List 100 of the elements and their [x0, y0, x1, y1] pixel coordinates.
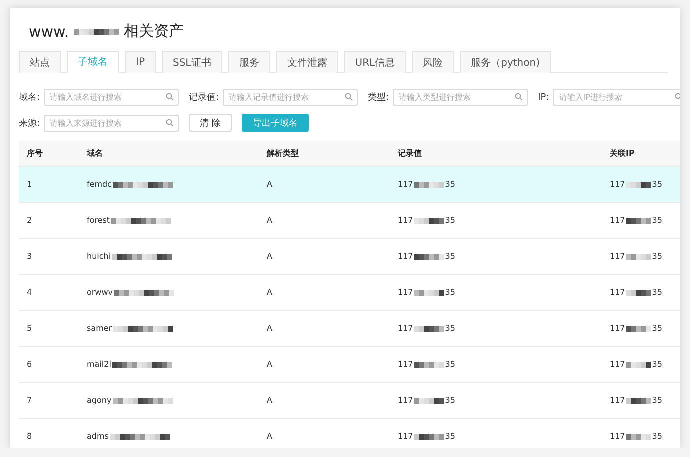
search-field[interactable]: 请输入域名进行搜索 — [44, 89, 180, 106]
table-cell: 35 — [445, 432, 456, 441]
table-cell: 35 — [652, 396, 662, 405]
column-header: 域名 — [87, 148, 104, 159]
table-cell: 117 — [398, 252, 414, 261]
table-cell: 35 — [652, 360, 662, 369]
table-cell: orwwv — [87, 288, 114, 297]
table-cell: 117 — [398, 432, 414, 441]
filter-label: 类型: — [368, 92, 390, 104]
tab[interactable]: SSL证书 — [162, 51, 222, 73]
pixelated-drawing — [626, 182, 652, 188]
table-row[interactable]: 2 forest A 117 35 117 35 — [19, 203, 680, 239]
table-row[interactable]: 4 orwwv A 117 35 117 35 — [19, 275, 680, 311]
table-row[interactable]: 5 samer A 117 35 117 35 — [19, 311, 680, 347]
search-field[interactable]: 请输入来源进行搜索 — [44, 114, 180, 132]
filter-label: 域名: — [19, 92, 40, 104]
table-cell: 35 — [445, 360, 456, 369]
pixelated-drawing — [626, 398, 652, 404]
table-cell: 35 — [652, 180, 662, 189]
table-cell: 117 — [610, 360, 626, 369]
pixelated-drawing — [626, 434, 652, 440]
table-row[interactable]: 6 mail2l A 117 35 117 35 — [19, 347, 680, 383]
table-cell: agony — [87, 396, 112, 405]
search-field[interactable]: 请输入IP进行搜索 — [553, 89, 680, 106]
table-cell: adms — [87, 432, 109, 441]
table-cell-text: A — [267, 396, 274, 405]
pixelated-drawing — [111, 218, 172, 224]
table-cell-text: A — [267, 180, 274, 189]
pixelated-drawing — [414, 326, 444, 332]
table-cell-text: A — [267, 432, 274, 441]
search-field[interactable]: 请输入类型进行搜索 — [393, 89, 528, 106]
pixelated-drawing — [414, 362, 444, 368]
pixelated-drawing — [110, 434, 170, 440]
table-cell: 117 — [398, 216, 414, 225]
tab[interactable]: IP — [125, 51, 156, 73]
table-cell-text: 2 — [27, 216, 34, 225]
column-header: 记录值 — [398, 148, 423, 159]
table-cell: 117 — [398, 324, 414, 333]
table-cell: 117 — [610, 180, 626, 189]
table-row[interactable]: 8 adms A 117 35 117 35 — [19, 419, 680, 448]
tab[interactable]: URL信息 — [344, 51, 406, 73]
table-cell: forest — [87, 216, 110, 225]
filter-label: 记录值: — [189, 92, 220, 104]
table-cell: 35 — [445, 216, 456, 225]
table-cell: 117 — [610, 324, 626, 333]
table-cell-text: 8 — [27, 432, 34, 441]
column-header: 序号 — [27, 148, 44, 159]
table-cell-text: 3 — [27, 252, 34, 261]
pixelated-drawing — [626, 326, 652, 332]
pixelated-drawing — [414, 398, 444, 404]
table-cell: 35 — [445, 288, 456, 297]
tab[interactable]: 站点 — [19, 51, 61, 73]
search-field[interactable]: 请输入记录值进行搜索 — [223, 89, 358, 106]
table-row[interactable]: 7 agony A 117 35 117 35 — [19, 383, 680, 419]
table-row[interactable]: 1 femdc A 117 35 117 35 — [19, 167, 680, 203]
pixelated-drawing — [113, 182, 174, 188]
table-cell-text: 5 — [27, 324, 34, 333]
search-icon — [345, 93, 354, 101]
pixelated-drawing — [112, 254, 172, 260]
search-icon — [166, 93, 174, 101]
table-cell-text: A — [267, 216, 274, 225]
table-cell: 117 — [398, 360, 414, 369]
table-row[interactable]: 3 huichi A 117 35 117 35 — [19, 239, 680, 275]
pixelated-drawing — [112, 362, 172, 368]
pixelated-drawing — [626, 362, 652, 368]
table-cell: 117 — [610, 288, 626, 297]
pixelated-drawing — [414, 434, 444, 440]
tab[interactable]: 服务 — [228, 51, 270, 73]
filter-label: IP: — [538, 92, 550, 102]
pixelated-drawing — [414, 182, 444, 188]
table-cell: femdc — [87, 180, 112, 189]
pixelated-drawing — [414, 218, 444, 224]
table-cell: 35 — [652, 252, 662, 261]
table-cell: 35 — [445, 396, 456, 405]
pixelated-drawing — [113, 326, 174, 332]
tab[interactable]: 风险 — [412, 51, 454, 73]
table-cell: samer — [87, 324, 112, 333]
table-cell-text: 6 — [27, 360, 34, 369]
table-cell-text: 7 — [27, 396, 34, 405]
table-cell: mail2l — [87, 360, 112, 369]
pixelated-drawing — [626, 254, 652, 260]
pixelated-drawing — [112, 398, 173, 404]
filter-label: 来源: — [19, 118, 40, 130]
table-cell-text: 1 — [27, 180, 34, 189]
pixelated-drawing — [626, 218, 652, 224]
table-cell-text: 4 — [27, 288, 34, 297]
table-cell: 35 — [652, 432, 662, 441]
table-cell-text: A — [267, 288, 274, 297]
table-cell: 117 — [610, 216, 626, 225]
page-title: 相关资产 — [124, 22, 184, 41]
page-title: www. — [29, 22, 70, 40]
tab[interactable]: 服务（python) — [460, 51, 551, 73]
table-cell: 35 — [652, 288, 662, 297]
column-header: 解析类型 — [267, 148, 300, 159]
tab[interactable]: 文件泄露 — [276, 51, 338, 73]
table-cell: 35 — [445, 324, 456, 333]
clear-button[interactable]: 清 除 — [189, 114, 232, 132]
column-header: 关联IP — [610, 148, 636, 159]
pixelated-drawing — [626, 290, 652, 296]
table-cell: 117 — [610, 252, 626, 261]
